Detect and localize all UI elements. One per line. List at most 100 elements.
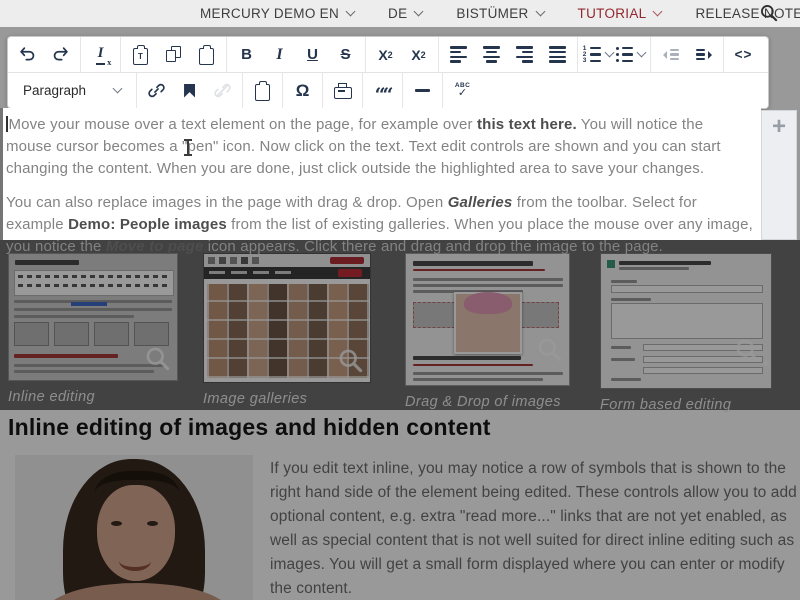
bullet-list-button[interactable] [614,40,647,69]
print-icon [334,87,352,99]
toolbar-group: <> [724,37,763,72]
align-justify-icon [549,46,566,62]
add-content-button[interactable]: + [766,112,792,142]
add-content-mini-icon: + [762,355,770,370]
anchor-icon [184,84,195,98]
print-button[interactable] [326,76,359,105]
toolbar-group: Ix [81,37,121,72]
article-body: If you edit text inline, you may notice … [270,457,800,600]
thumbnail-caption: Drag & Drop of images [405,394,570,410]
chevron-down-icon [637,48,647,58]
paste-button[interactable] [190,40,223,69]
align-right-icon [516,46,533,62]
redo-button[interactable] [44,40,77,69]
outdent-button [654,40,687,69]
nav-item-bist-mer[interactable]: BISTÜMER [456,6,543,21]
unlink-icon [213,81,232,100]
thumbnail-caption: Form based editing [600,397,772,413]
thumbnail-inline-editing-preview [8,253,178,381]
superscript-button[interactable]: X2 [402,40,435,69]
chevron-down-icon [113,84,123,94]
superscript-icon: X2 [411,47,425,63]
top-nav: MERCURY DEMO EN DE BISTÜMER TUTORIAL RELEASE… [0,0,800,27]
block-format-value: Paragraph [23,83,86,98]
remove-format-button[interactable]: Ix [84,40,117,69]
nav-item-de[interactable]: DE [388,6,422,21]
horizontal-rule-button[interactable] [406,76,439,105]
strikethrough-button[interactable]: S [329,40,362,69]
nav-item-label: MERCURY DEMO EN [200,6,339,21]
toolbar-group: 123 [578,37,651,72]
toolbar-group: BIUS [227,37,366,72]
thumbnail-drag-drop-preview [405,253,570,386]
thumbnail-form-editing[interactable]: + Form based editing [600,253,772,413]
toolbar-row-2: Paragraph Ω ““ ABC✓ [8,72,768,108]
paste-icon [199,48,214,65]
copy-button[interactable] [157,40,190,69]
thumbnail-image-galleries[interactable]: Image galleries [203,253,371,407]
indent-icon [696,49,712,61]
thumbnail-form-editing-preview: + [600,253,772,389]
underline-button[interactable]: U [296,40,329,69]
toolbar-group [8,37,81,72]
woman-portrait-image [15,455,253,600]
block-format-select[interactable]: Paragraph [11,73,133,108]
toolbar-group [243,73,283,108]
thumbnail-caption: Inline editing [8,389,178,405]
subscript-button[interactable]: X2 [369,40,402,69]
source-code-button[interactable]: <> [727,40,760,69]
paste-as-text-icon: T [133,48,148,65]
tutorial-thumbnails-section: Inline editing Image galleries [0,240,800,410]
source-code-icon: <> [735,47,753,62]
nav-item-tutorial[interactable]: TUTORIAL [578,6,662,21]
toolbar-group [137,73,243,108]
copy-page-button[interactable] [246,76,279,105]
spellcheck-icon: ABC✓ [455,83,470,99]
remove-format-icon: Ix [96,45,106,65]
spellcheck-button[interactable]: ABC✓ [446,76,479,105]
align-center-icon [483,46,500,62]
toolbar-group [651,37,724,72]
paste-as-text-button[interactable]: T [124,40,157,69]
undo-button[interactable] [11,40,44,69]
inline-edit-area[interactable]: Move your mouse over a text element on t… [0,108,761,240]
toolbar-group: ““ [363,73,403,108]
paragraph: Move your mouse over a text element on t… [6,114,753,180]
insert-link-button[interactable] [140,76,173,105]
blockquote-icon: ““ [375,82,391,99]
align-right-button[interactable] [508,40,541,69]
numbered-list-button[interactable]: 123 [581,40,614,69]
chevron-down-icon [604,48,614,58]
edit-controls-strip: + [761,110,797,240]
align-left-icon [450,46,467,62]
bold-button[interactable]: B [230,40,263,69]
chevron-down-icon [346,7,356,17]
align-justify-button[interactable] [541,40,574,69]
blockquote-button[interactable]: ““ [366,76,399,105]
indent-button[interactable] [687,40,720,69]
nav-menu: MERCURY DEMO EN DE BISTÜMER TUTORIAL RELEASE… [200,6,800,21]
toolbar-group [323,73,363,108]
thumbnail-inline-editing[interactable]: Inline editing [8,253,178,405]
horizontal-rule-icon [415,89,430,91]
thumbnail-drag-drop[interactable]: Drag & Drop of images [405,253,570,410]
thumbnail-image-galleries-preview [203,253,371,383]
paragraph: You can also replace images in the page … [6,192,753,258]
nav-item-mercury-demo-en[interactable]: MERCURY DEMO EN [200,6,354,21]
subscript-icon: X2 [378,47,392,63]
chevron-down-icon [653,7,663,17]
anchor-button[interactable] [173,76,206,105]
nav-item-release-notes[interactable]: RELEASE NOTES [695,6,800,21]
underline-icon: U [307,46,318,63]
editor-toolbar: Ix T BIUS X2 X2 123 <> Paragraph Ω ““ ABC✓ [7,36,769,109]
italic-button[interactable]: I [263,40,296,69]
align-left-button[interactable] [442,40,475,69]
search-button[interactable] [758,3,780,25]
special-character-button[interactable]: Ω [286,76,319,105]
toolbar-row-1: Ix T BIUS X2 X2 123 <> [8,37,768,72]
align-center-button[interactable] [475,40,508,69]
toolbar-group [403,73,443,108]
numbered-list-icon: 123 [583,47,601,63]
toolbar-group: Paragraph [8,73,137,108]
nav-item-label: TUTORIAL [578,6,647,21]
